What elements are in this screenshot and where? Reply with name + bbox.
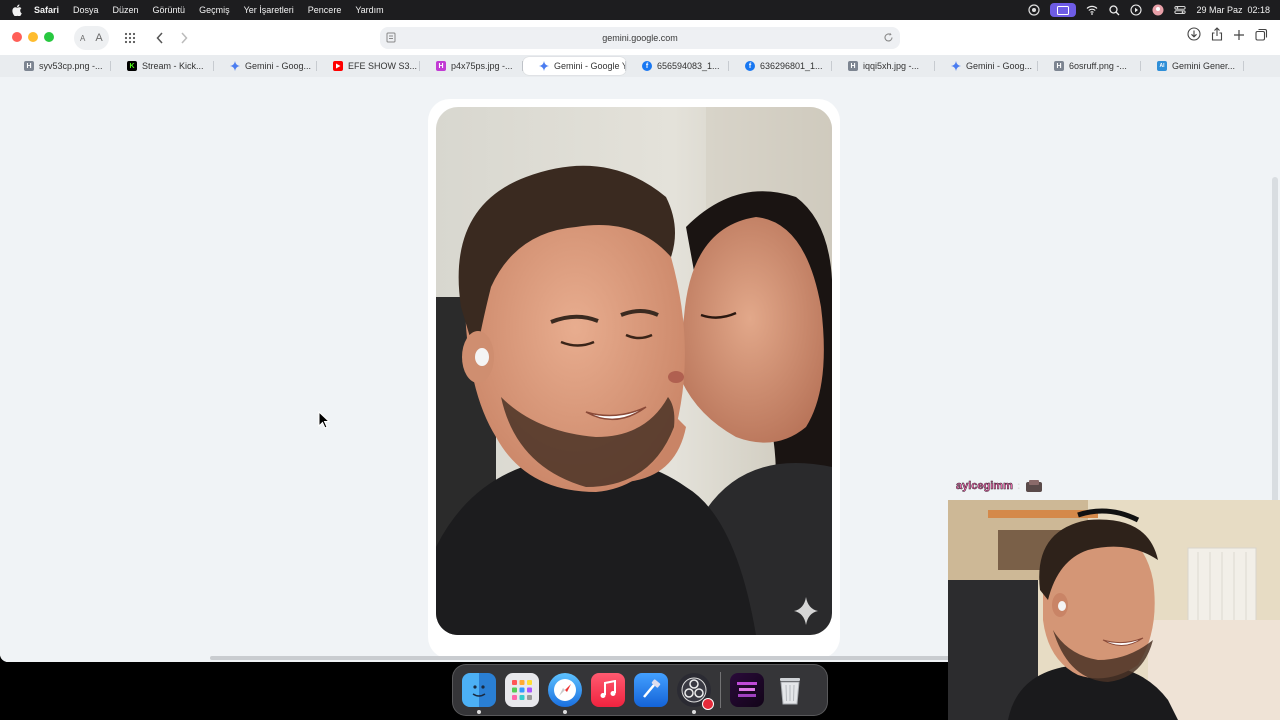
youtube-icon bbox=[333, 61, 343, 71]
horizontal-scrollbar[interactable] bbox=[210, 656, 990, 660]
tab-label: syv53cp.png -... bbox=[39, 61, 103, 71]
menu-bar: Safari Dosya Düzen Görüntü Geçmiş Yer İş… bbox=[0, 0, 1280, 20]
gemini-sparkle-icon bbox=[539, 61, 549, 71]
chat-separator: : bbox=[1016, 480, 1021, 492]
gemini-sparkle-icon bbox=[230, 61, 240, 71]
apple-logo-icon[interactable] bbox=[12, 4, 22, 16]
address-bar[interactable]: gemini.google.com bbox=[380, 27, 900, 49]
music-icon[interactable] bbox=[591, 673, 625, 707]
tab-label: p4x75ps.jpg -... bbox=[451, 61, 513, 71]
safari-icon[interactable] bbox=[548, 673, 582, 714]
kick-icon: K bbox=[127, 61, 137, 71]
wifi-icon[interactable] bbox=[1086, 4, 1098, 16]
launchpad-icon[interactable] bbox=[505, 673, 539, 707]
dock-separator bbox=[720, 672, 721, 708]
browser-tab[interactable]: Hsyv53cp.png -... bbox=[8, 57, 111, 75]
browser-tab[interactable]: Gemini - Google Yap... bbox=[523, 57, 626, 75]
url-text[interactable]: gemini.google.com bbox=[602, 33, 678, 43]
tab-label: 656594083_1... bbox=[657, 61, 720, 71]
tab-overview-button[interactable] bbox=[119, 26, 141, 50]
menu-window[interactable]: Pencere bbox=[308, 5, 342, 15]
browser-tab[interactable]: f 656594083_1... bbox=[626, 57, 729, 75]
finder-icon[interactable] bbox=[462, 673, 496, 714]
stream-art-icon[interactable] bbox=[730, 673, 764, 707]
zoom-window-button[interactable] bbox=[44, 32, 54, 42]
browser-tab[interactable]: EFE SHOW S3... bbox=[317, 57, 420, 75]
menu-view[interactable]: Görüntü bbox=[153, 5, 186, 15]
browser-tab[interactable]: Gemini - Goog... bbox=[935, 57, 1038, 75]
webcam-feed bbox=[948, 500, 1280, 720]
menu-help[interactable]: Yardım bbox=[355, 5, 383, 15]
text-larger-label[interactable]: A bbox=[95, 32, 102, 44]
tab-label: 6osruff.png -... bbox=[1069, 61, 1127, 71]
forward-button[interactable] bbox=[173, 26, 195, 50]
chevron-right-icon bbox=[181, 32, 188, 44]
grid-icon bbox=[124, 32, 135, 44]
gemini-sparkle-icon bbox=[951, 61, 961, 71]
browser-tab[interactable]: Hiqqi5xh.jpg -... bbox=[832, 57, 935, 75]
window-controls bbox=[12, 32, 54, 42]
control-center-icon[interactable] bbox=[1174, 4, 1187, 16]
text-smaller-label[interactable]: A bbox=[80, 34, 85, 43]
spotlight-search-icon[interactable] bbox=[1108, 4, 1120, 16]
browser-tab[interactable]: AI Gemini Gener... bbox=[1141, 57, 1244, 75]
browser-tab[interactable]: K Stream - Kick... bbox=[111, 57, 214, 75]
browser-toolbar: A A gemini.google.com bbox=[0, 20, 1280, 55]
focus-status-icon[interactable] bbox=[1028, 4, 1041, 16]
tab-label: iqqi5xh.jpg -... bbox=[863, 61, 920, 71]
generated-image[interactable] bbox=[436, 107, 832, 635]
h-letter-icon: H bbox=[1054, 61, 1064, 71]
tab-label: Gemini - Goog... bbox=[966, 61, 1033, 71]
tab-label: 636296801_1... bbox=[760, 61, 823, 71]
menu-edit[interactable]: Düzen bbox=[113, 5, 139, 15]
trash-icon[interactable] bbox=[773, 673, 807, 707]
dock bbox=[452, 664, 828, 716]
menu-file[interactable]: Dosya bbox=[73, 5, 99, 15]
menu-datetime[interactable]: 29 Mar Paz 02:18 bbox=[1196, 5, 1270, 15]
menu-bookmarks[interactable]: Yer İşaretleri bbox=[244, 5, 294, 15]
media-play-icon[interactable] bbox=[1130, 4, 1143, 16]
xcode-icon[interactable] bbox=[634, 673, 668, 707]
screen-recording-icon[interactable] bbox=[1050, 3, 1077, 17]
minimize-window-button[interactable] bbox=[28, 32, 38, 42]
browser-tab[interactable]: H 6osruff.png -... bbox=[1038, 57, 1141, 75]
tab-label: Stream - Kick... bbox=[142, 61, 204, 71]
tab-label: EFE SHOW S3... bbox=[348, 61, 418, 71]
user-avatar-icon[interactable] bbox=[1152, 4, 1164, 16]
menu-app-name[interactable]: Safari bbox=[34, 5, 59, 15]
close-window-button[interactable] bbox=[12, 32, 22, 42]
share-icon[interactable] bbox=[1211, 27, 1223, 46]
page-menu-icon[interactable] bbox=[386, 32, 396, 43]
text-size-button[interactable]: A A bbox=[74, 26, 109, 50]
menu-history[interactable]: Geçmiş bbox=[199, 5, 230, 15]
facebook-icon: f bbox=[642, 61, 652, 71]
tab-label: Gemini Gener... bbox=[1172, 61, 1236, 71]
chat-username: aylcegimm bbox=[956, 480, 1013, 493]
mouse-cursor-icon bbox=[318, 411, 330, 429]
browser-tab[interactable]: f 636296801_1... bbox=[729, 57, 832, 75]
chevron-left-icon bbox=[156, 32, 163, 44]
obs-icon[interactable] bbox=[677, 673, 714, 714]
browser-tab[interactable]: Gemini - Goog... bbox=[214, 57, 317, 75]
tab-overview-icon[interactable] bbox=[1255, 28, 1268, 46]
emote-icon bbox=[1025, 480, 1042, 492]
h-letter-icon: H bbox=[24, 61, 34, 71]
generated-image-card bbox=[428, 99, 840, 659]
back-button[interactable] bbox=[149, 26, 171, 50]
reload-icon[interactable] bbox=[883, 32, 894, 43]
tab-label: Gemini - Goog... bbox=[245, 61, 312, 71]
downloads-icon[interactable] bbox=[1187, 27, 1201, 46]
tab-bar: Hsyv53cp.png -... K Stream - Kick... Gemini… bbox=[0, 55, 1280, 77]
h-letter-icon: H bbox=[848, 61, 858, 71]
tab-label: Gemini - Google Yap... bbox=[554, 61, 626, 71]
chat-overlay: aylcegimm : bbox=[956, 478, 1043, 494]
browser-tab[interactable]: Hp4x75ps.jpg -... bbox=[420, 57, 523, 75]
h-letter-icon: H bbox=[436, 61, 446, 71]
new-tab-icon[interactable] bbox=[1233, 28, 1245, 46]
generator-icon: AI bbox=[1157, 61, 1167, 71]
facebook-icon: f bbox=[745, 61, 755, 71]
